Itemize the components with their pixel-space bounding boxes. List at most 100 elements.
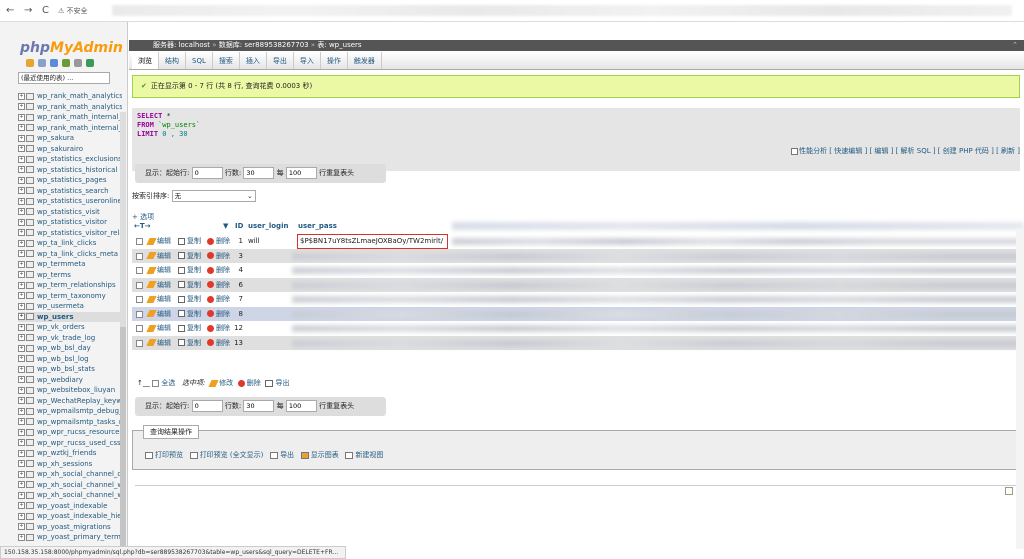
row-checkbox[interactable]: [136, 310, 143, 318]
expand-icon[interactable]: +: [18, 281, 25, 289]
expand-icon[interactable]: +: [18, 512, 25, 520]
expand-icon[interactable]: +: [18, 334, 25, 342]
page-scrollbar[interactable]: [1016, 229, 1024, 549]
tab-operations[interactable]: 操作: [321, 52, 348, 69]
sql-docs-icon[interactable]: [62, 59, 70, 67]
expand-icon[interactable]: +: [18, 229, 25, 237]
expand-icon[interactable]: +: [18, 376, 25, 384]
sidebar-table-label[interactable]: wp_wb_bsl_log: [37, 354, 89, 365]
sidebar-table-item[interactable]: + wp_wpr_rucss_used_css: [18, 438, 122, 449]
row-edit-button[interactable]: 编辑: [146, 263, 171, 278]
sidebar-table-label[interactable]: wp_vk_orders: [37, 322, 85, 333]
breadcrumb-server[interactable]: 服务器: localhost: [153, 41, 210, 49]
row-edit-button[interactable]: 编辑: [146, 234, 171, 249]
row-checkbox[interactable]: [136, 252, 143, 260]
sidebar-table-item[interactable]: + wp_WechatReplay_keyw: [18, 396, 122, 407]
sidebar-table-item[interactable]: + wp_statistics_exclusions: [18, 154, 122, 165]
sidebar-table-label[interactable]: wp_statistics_historical: [37, 165, 117, 176]
sidebar-table-item[interactable]: + wp_rank_math_analytics: [18, 102, 122, 113]
sidebar-table-item[interactable]: + wp_sakurairo: [18, 144, 122, 155]
repeat-header-input-bottom[interactable]: [285, 400, 317, 412]
bulk-delete-button[interactable]: 删除: [247, 379, 261, 387]
rows-input-bottom[interactable]: [243, 400, 275, 412]
expand-icon[interactable]: +: [18, 155, 25, 163]
sidebar-table-item[interactable]: + wp_yoast_primary_term: [18, 532, 122, 543]
breadcrumb-table[interactable]: 表: wp_users: [317, 41, 361, 49]
sidebar-table-item[interactable]: + wp_wb_bsl_stats: [18, 364, 122, 375]
sidebar-table-label[interactable]: wp_rank_math_analytics: [37, 102, 122, 113]
sidebar-table-item[interactable]: + wp_xh_social_channel_w: [18, 480, 122, 491]
row-copy-button[interactable]: 复制: [178, 307, 201, 322]
sidebar-table-item[interactable]: + wp_statistics_pages: [18, 175, 122, 186]
sidebar-table-item[interactable]: + wp_statistics_visit: [18, 207, 122, 218]
repeat-header-input[interactable]: [285, 167, 317, 179]
sidebar-table-item[interactable]: + wp_webdiary: [18, 375, 122, 386]
sidebar-table-item[interactable]: + wp_xh_social_channel_q: [18, 469, 122, 480]
sidebar-table-item[interactable]: + wp_ta_link_clicks_meta: [18, 249, 122, 260]
security-indicator[interactable]: ⚠ 不安全: [58, 3, 114, 19]
tab-search[interactable]: 搜索: [213, 52, 240, 69]
row-delete-button[interactable]: 删除: [207, 336, 230, 351]
sidebar-table-label[interactable]: wp_webdiary: [37, 375, 83, 386]
sidebar-table-item[interactable]: + wp_vk_trade_log: [18, 333, 122, 344]
expand-icon[interactable]: +: [18, 407, 25, 415]
select-all-link[interactable]: 全选: [161, 379, 175, 387]
row-edit-button[interactable]: 编辑: [146, 321, 171, 336]
sidebar-table-item[interactable]: + wp_wpmailsmtp_tasks_r: [18, 417, 122, 428]
expand-icon[interactable]: +: [18, 460, 25, 468]
expand-icon[interactable]: +: [18, 187, 25, 195]
collapse-icon[interactable]: ⌃: [1012, 40, 1018, 51]
sidebar-table-label[interactable]: wp_yoast_indexable_hie: [37, 511, 122, 522]
sidebar-table-item[interactable]: + wp_yoast_migrations: [18, 522, 122, 533]
docs-icon[interactable]: [50, 59, 58, 67]
sidebar-table-item[interactable]: + wp_rank_math_analytics: [18, 91, 122, 102]
bulk-edit-button[interactable]: 修改: [219, 379, 233, 387]
sidebar-table-label[interactable]: wp_statistics_search: [37, 186, 109, 197]
expand-icon[interactable]: +: [18, 491, 25, 499]
print-preview-link[interactable]: 打印预览: [155, 451, 183, 459]
reload-nav-icon[interactable]: [86, 59, 94, 67]
sidebar-table-label[interactable]: wp_rank_math_internal_: [37, 112, 122, 123]
expand-icon[interactable]: +: [18, 523, 25, 531]
sort-icon[interactable]: ▼: [223, 222, 228, 230]
row-checkbox[interactable]: [136, 296, 143, 303]
row-copy-button[interactable]: 复制: [178, 263, 201, 278]
expand-icon[interactable]: +: [18, 218, 25, 226]
sidebar-table-label[interactable]: wp_wpr_rucss_resources: [37, 427, 122, 438]
sidebar-scrollbar[interactable]: [120, 112, 126, 546]
sidebar-table-item[interactable]: + wp_ta_link_clicks: [18, 238, 122, 249]
sidebar-table-label[interactable]: wp_termmeta: [37, 259, 85, 270]
sidebar-table-item[interactable]: + wp_term_taxonomy: [18, 291, 122, 302]
expand-icon[interactable]: +: [18, 502, 25, 510]
sidebar-table-label[interactable]: wp_rank_math_analytics: [37, 91, 122, 102]
sidebar-table-label[interactable]: wp_term_taxonomy: [37, 291, 106, 302]
sidebar-table-item[interactable]: + wp_wb_bsl_log: [18, 354, 122, 365]
expand-icon[interactable]: +: [18, 103, 25, 111]
expand-icon[interactable]: +: [18, 92, 25, 100]
sidebar-table-label[interactable]: wp_statistics_useronline: [37, 196, 122, 207]
column-id[interactable]: ID: [235, 222, 243, 230]
rows-input[interactable]: [243, 167, 275, 179]
sidebar-table-item[interactable]: + wp_yoast_indexable: [18, 501, 122, 512]
expand-icon[interactable]: +: [18, 533, 25, 541]
sidebar-table-label[interactable]: wp_statistics_visit: [37, 207, 100, 218]
back-button[interactable]: ←: [6, 5, 14, 16]
phpmyadmin-logo[interactable]: phpMyAdmin: [20, 40, 123, 56]
expand-icon[interactable]: +: [18, 271, 25, 279]
column-user-pass[interactable]: user_pass: [298, 222, 337, 230]
sidebar-table-item[interactable]: + wp_term_relationships: [18, 280, 122, 291]
display-chart-link[interactable]: 显示图表: [311, 451, 339, 459]
row-delete-button[interactable]: 删除: [207, 292, 230, 307]
expand-icon[interactable]: +: [18, 197, 25, 205]
row-edit-button[interactable]: 编辑: [146, 249, 171, 264]
row-edit-button[interactable]: 编辑: [146, 336, 171, 351]
row-checkbox[interactable]: [136, 281, 143, 289]
sidebar-table-label[interactable]: wp_statistics_visitor: [37, 217, 107, 228]
start-row-input-bottom[interactable]: [191, 400, 223, 412]
sidebar-table-label[interactable]: wp_statistics_pages: [37, 175, 107, 186]
expand-icon[interactable]: +: [18, 302, 25, 310]
expand-icon[interactable]: +: [18, 134, 25, 142]
expand-icon[interactable]: +: [18, 124, 25, 132]
column-user-login[interactable]: user_login: [248, 222, 288, 230]
expand-icon[interactable]: +: [18, 208, 25, 216]
